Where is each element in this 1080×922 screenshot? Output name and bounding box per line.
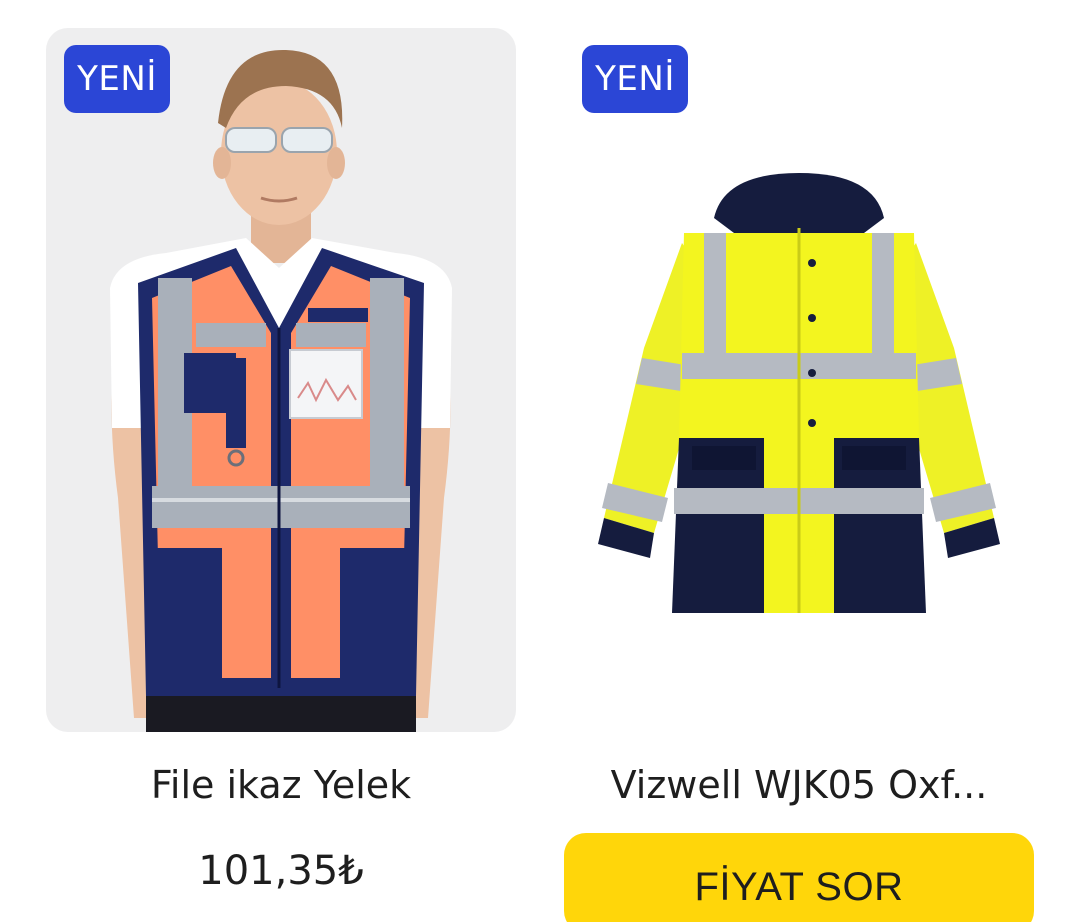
product-image[interactable]: YENİ — [564, 28, 1034, 732]
product-price: 101,35₺ — [198, 848, 364, 894]
product-card-jacket[interactable]: YENİ Vizwell WJK05 Oxf... FİYAT SOR — [564, 28, 1034, 922]
hi-vis-jacket-image — [598, 173, 1000, 613]
new-badge: YENİ — [582, 45, 688, 113]
product-image[interactable]: YENİ — [46, 28, 516, 732]
product-grid: YENİ File ikaz Yelek 101,35₺ YENİ Vizwel… — [0, 0, 1080, 922]
product-name[interactable]: File ikaz Yelek — [46, 763, 516, 807]
new-badge: YENİ — [64, 45, 170, 113]
reflective-vest-image — [110, 49, 452, 732]
ask-price-button[interactable]: FİYAT SOR — [564, 833, 1034, 922]
product-card-vest[interactable]: YENİ File ikaz Yelek 101,35₺ — [46, 28, 516, 894]
product-name[interactable]: Vizwell WJK05 Oxf... — [564, 763, 1034, 807]
